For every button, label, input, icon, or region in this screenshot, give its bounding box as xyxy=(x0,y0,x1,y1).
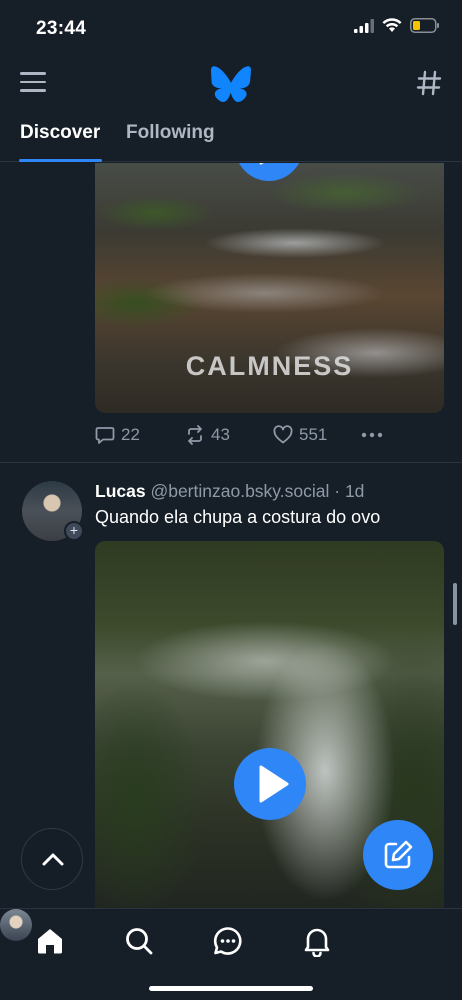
battery-low-icon xyxy=(410,18,439,33)
tab-following[interactable]: Following xyxy=(126,122,215,144)
post-header: Lucas @bertinzao.bsky.social · 1d xyxy=(95,481,364,502)
scroll-to-top-button[interactable] xyxy=(21,828,83,890)
profile-avatar[interactable] xyxy=(0,909,32,941)
compose-icon xyxy=(384,840,413,869)
active-tab-indicator xyxy=(19,159,102,162)
compose-button[interactable] xyxy=(363,820,433,890)
repost-icon xyxy=(188,425,202,445)
play-icon xyxy=(259,163,264,165)
author-name[interactable]: Lucas xyxy=(95,481,146,501)
post-timestamp: 1d xyxy=(344,481,365,501)
home-icon[interactable] xyxy=(34,925,66,957)
search-icon[interactable] xyxy=(123,925,155,957)
feed[interactable]: CALMNESS 22 43 551 + Lucas @bertinzao.bs… xyxy=(0,163,462,908)
wifi-icon xyxy=(382,18,402,32)
menu-icon[interactable] xyxy=(20,72,46,94)
follow-plus-icon[interactable]: + xyxy=(64,521,84,541)
reply-button[interactable]: 22 xyxy=(95,425,140,445)
more-dots-icon xyxy=(361,432,383,438)
scroll-indicator xyxy=(453,583,457,625)
status-bar: 23:44 xyxy=(0,0,462,58)
post-actions: 22 43 551 xyxy=(95,425,444,447)
chevron-up-icon xyxy=(42,853,64,866)
repost-button[interactable]: 43 xyxy=(185,425,230,445)
repost-count: 43 xyxy=(211,425,230,444)
tab-discover[interactable]: Discover xyxy=(20,122,100,144)
status-time: 23:44 xyxy=(36,18,87,39)
header-separator: · xyxy=(334,481,341,501)
home-indicator xyxy=(149,986,313,991)
video-caption: CALMNESS xyxy=(185,351,354,381)
butterfly-logo-icon[interactable] xyxy=(211,66,251,102)
play-button[interactable] xyxy=(234,748,306,820)
post-text: Quando ela chupa a costura do ovo xyxy=(95,507,381,527)
post-divider xyxy=(0,462,462,463)
top-bar xyxy=(0,58,462,108)
like-button[interactable]: 551 xyxy=(273,425,327,445)
chat-icon[interactable] xyxy=(212,925,244,957)
bell-icon[interactable] xyxy=(301,925,333,957)
heart-icon xyxy=(273,425,293,444)
post-video[interactable]: CALMNESS xyxy=(95,163,444,413)
reply-count: 22 xyxy=(121,425,140,444)
more-options-button[interactable] xyxy=(361,425,383,445)
reply-icon xyxy=(95,427,115,444)
hashtag-icon[interactable] xyxy=(416,70,442,96)
author-handle[interactable]: @bertinzao.bsky.social xyxy=(150,481,329,501)
feed-tabs: Discover Following xyxy=(0,112,462,162)
play-button[interactable] xyxy=(235,163,303,181)
play-icon xyxy=(259,765,289,803)
status-icons xyxy=(354,18,440,33)
bottom-nav xyxy=(0,908,462,1000)
like-count: 551 xyxy=(299,425,328,444)
cellular-signal-icon xyxy=(354,18,374,33)
